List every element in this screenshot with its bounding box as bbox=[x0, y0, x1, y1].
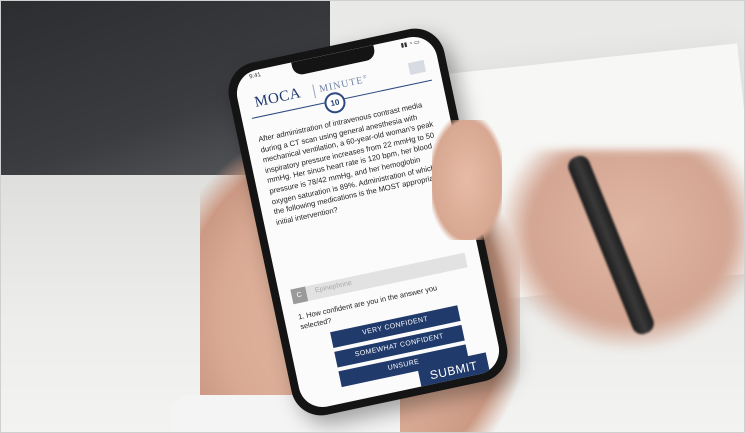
question-text: After administration of intravenous cont… bbox=[257, 100, 444, 227]
logo-minute: MINUTE® bbox=[318, 74, 369, 96]
answer-letter: C bbox=[290, 286, 309, 305]
status-time: 9:41 bbox=[248, 72, 262, 81]
menu-button[interactable] bbox=[407, 59, 427, 75]
answer-text: Epinephrine bbox=[314, 279, 353, 295]
left-thumb bbox=[432, 120, 502, 240]
logo-separator bbox=[312, 84, 317, 99]
status-icons: ▮▮ ◔ ▭ bbox=[400, 39, 421, 50]
photo-scene: 9:41 ▮▮ ◔ ▭ MOCA MINUTE® 10 After admini… bbox=[0, 0, 745, 433]
